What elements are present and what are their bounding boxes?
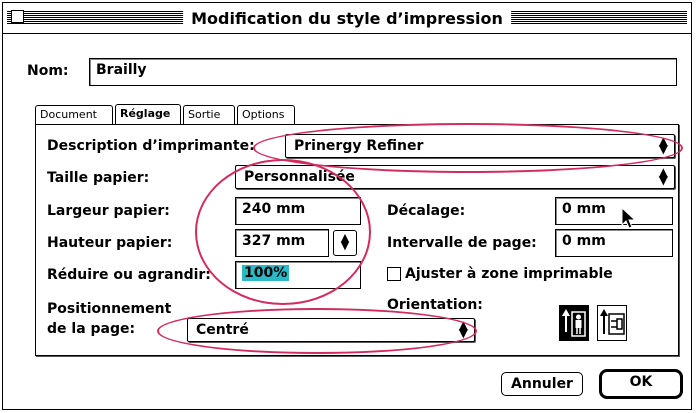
name-input-value: Brailly	[96, 62, 147, 78]
paper-size-popup-value: Personnalisée	[244, 169, 355, 185]
landscape-figure-icon	[600, 309, 625, 335]
tab-reglage[interactable]: Réglage	[115, 104, 181, 126]
scale-label: Réduire ou agrandir:	[47, 267, 211, 283]
popup-arrows-icon: ▲ ▼	[658, 134, 668, 156]
page-position-value: Centré	[196, 322, 249, 338]
tab-document[interactable]: Document	[35, 105, 113, 125]
orientation-landscape[interactable]	[597, 305, 627, 341]
name-label: Nom:	[27, 63, 69, 79]
fit-printable-label: Ajuster à zone imprimable	[405, 266, 613, 282]
print-style-dialog: Modification du style d’impression Nom: …	[2, 2, 692, 410]
stepper-arrows-icon: ▲ ▼	[340, 231, 350, 252]
scale-value: 100%	[242, 265, 290, 281]
popup-arrows-icon: ▲ ▼	[658, 165, 668, 187]
paper-width-label: Largeur papier:	[47, 203, 170, 219]
portrait-figure-icon	[562, 309, 586, 337]
title-bar[interactable]: Modification du style d’impression	[3, 3, 691, 34]
paper-height-stepper[interactable]: ▲ ▼	[333, 230, 357, 256]
page-gap-label: Intervalle de page:	[387, 235, 537, 251]
page-gap-input[interactable]: 0 mm	[555, 229, 673, 257]
paper-height-label: Hauteur papier:	[47, 235, 173, 251]
popup-arrows-icon: ▲ ▼	[458, 318, 468, 340]
page-position-popup[interactable]: Centré ▲ ▼	[187, 318, 475, 342]
offset-label: Décalage:	[387, 203, 466, 219]
page-position-label-line2: de la page:	[47, 321, 136, 337]
close-box[interactable]	[11, 10, 24, 23]
paper-size-label: Taille papier:	[47, 170, 150, 186]
orientation-label: Orientation:	[387, 297, 483, 313]
printer-label: Description d’imprimante:	[47, 138, 255, 154]
paper-width-value: 240 mm	[242, 201, 306, 217]
tab-sortie[interactable]: Sortie	[183, 105, 235, 125]
offset-input[interactable]: 0 mm	[555, 197, 673, 225]
offset-value: 0 mm	[562, 201, 606, 217]
ok-button[interactable]: OK	[599, 369, 683, 399]
scale-input[interactable]: 100%	[235, 261, 361, 289]
printer-popup-value: Prinergy Refiner	[294, 138, 424, 154]
tab-options[interactable]: Options	[237, 105, 295, 125]
page-position-label-line1: Positionnement	[47, 301, 172, 317]
paper-height-input[interactable]: 327 mm	[235, 229, 329, 257]
paper-width-input[interactable]: 240 mm	[235, 197, 361, 225]
paper-size-popup[interactable]: Personnalisée ▲ ▼	[235, 165, 675, 189]
paper-height-value: 327 mm	[242, 233, 306, 249]
page-gap-value: 0 mm	[562, 233, 606, 249]
orientation-portrait[interactable]	[559, 305, 589, 341]
fit-printable-checkbox[interactable]	[387, 267, 401, 281]
cancel-button[interactable]: Annuler	[501, 372, 583, 396]
name-input[interactable]: Brailly	[89, 58, 677, 86]
window-title: Modification du style d’impression	[183, 9, 511, 28]
printer-popup[interactable]: Prinergy Refiner ▲ ▼	[285, 134, 675, 158]
